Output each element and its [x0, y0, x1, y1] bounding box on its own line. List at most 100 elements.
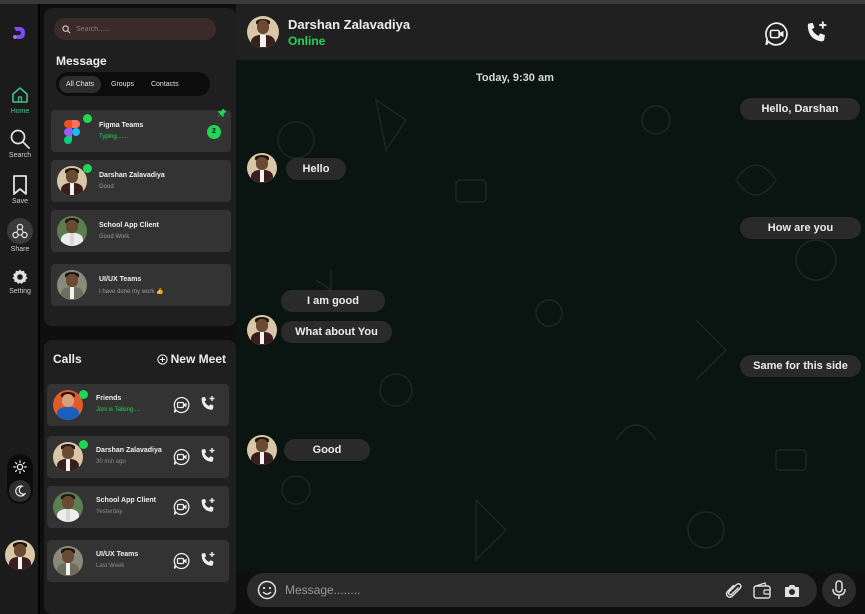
message-input[interactable] [285, 581, 685, 599]
new-meet-button[interactable]: New Meet [156, 352, 226, 366]
calls-title: Calls [53, 352, 82, 366]
sender-avatar [247, 435, 277, 465]
phone-add-icon[interactable] [199, 551, 217, 569]
message-bubble-incoming[interactable]: Hello [286, 158, 346, 180]
call-status: Yesterday [96, 509, 123, 515]
rail-label-save: Save [12, 198, 28, 205]
call-name: Friends [96, 395, 122, 402]
gear-icon [12, 269, 28, 284]
phone-add-icon[interactable] [199, 395, 217, 413]
rail-label-setting: Setting [9, 288, 31, 295]
chat-name: Figma Teams [99, 122, 144, 129]
contact-status: Online [288, 34, 326, 48]
sender-avatar [247, 315, 277, 345]
call-name: UI/UX Teams [96, 551, 139, 558]
search-bar[interactable] [54, 18, 216, 40]
dark-mode-button[interactable] [9, 480, 31, 502]
rail-label-search: Search [8, 152, 32, 159]
voice-message-button[interactable] [822, 573, 856, 607]
video-call-icon[interactable] [173, 448, 191, 466]
call-item-school-app[interactable]: School App Client Yesterday [47, 486, 229, 528]
messenger-app: Home Search Save Share Setting Search...… [0, 0, 865, 614]
call-name: Darshan Zalavadiya [96, 447, 162, 454]
messages-title: Message [56, 54, 107, 68]
message-bubble-incoming[interactable]: Good [284, 439, 370, 461]
rail-label-share: Share [10, 246, 30, 253]
video-call-icon[interactable] [173, 552, 191, 570]
chat-name: School App Client [99, 222, 160, 229]
sender-avatar [247, 153, 277, 183]
chat-preview: Good [99, 184, 114, 190]
rail-item-home[interactable]: Home [0, 84, 40, 115]
call-item-darshan[interactable]: Darshan Zalavadiya 30 min ago [47, 436, 229, 478]
moon-icon [15, 485, 26, 497]
message-bubble-outgoing[interactable]: How are you [740, 217, 861, 239]
rail-item-search[interactable]: Search [0, 128, 40, 159]
call-status: Joni is Talking.... [96, 407, 140, 413]
search-input[interactable] [76, 25, 196, 33]
profile-avatar[interactable] [5, 540, 35, 570]
paperclip-icon[interactable] [725, 581, 743, 601]
call-item-uiux-teams[interactable]: UI/UX Teams Last Week [47, 540, 229, 582]
chat-item-school-app[interactable]: School App Client Good Work [51, 210, 231, 252]
tab-contacts[interactable]: Contacts [144, 76, 186, 93]
message-thread[interactable]: Today, 9:30 am Hello, Darshan Hello How … [236, 60, 865, 572]
rail-item-setting[interactable]: Setting [0, 268, 40, 295]
chat-preview: I have done my work 👍 [99, 289, 164, 295]
call-name: School App Client [96, 497, 157, 504]
contact-avatar[interactable] [247, 16, 279, 48]
message-composer [247, 573, 817, 607]
date-separator: Today, 9:30 am [476, 72, 554, 84]
chat-name: UI/UX Teams [99, 276, 142, 283]
online-indicator [79, 390, 88, 399]
chat-preview: Typing....... [99, 134, 129, 140]
contact-name: Darshan Zalavadiya [288, 17, 411, 32]
avatar [53, 492, 83, 522]
home-icon [12, 87, 28, 103]
message-bubble-incoming[interactable]: I am good [281, 290, 385, 312]
rail-item-share[interactable]: Share [0, 218, 40, 253]
camera-icon[interactable] [783, 583, 801, 599]
theme-toggle[interactable] [7, 454, 33, 504]
calls-panel: Calls New Meet Friends Joni is Talking..… [44, 340, 236, 614]
plus-circle-icon [156, 353, 168, 365]
logo-icon[interactable] [10, 24, 28, 42]
avatar [57, 216, 87, 246]
unread-badge: 2 [207, 125, 221, 139]
conversation-header: Darshan Zalavadiya Online [236, 4, 865, 60]
chat-item-darshan[interactable]: Darshan Zalavadiya Good [51, 160, 231, 202]
share-icon [12, 223, 28, 239]
message-bubble-outgoing[interactable]: Hello, Darshan [740, 98, 860, 120]
online-indicator [83, 114, 92, 123]
call-status: Last Week [96, 563, 125, 569]
tab-all-chats[interactable]: All Chats [59, 75, 102, 93]
phone-add-icon[interactable] [804, 20, 830, 46]
rail-item-save[interactable]: Save [0, 174, 40, 205]
emoji-icon[interactable] [257, 580, 277, 600]
phone-add-icon[interactable] [199, 497, 217, 515]
message-bubble-outgoing[interactable]: Same for this side [740, 355, 861, 377]
phone-add-icon[interactable] [199, 447, 217, 465]
video-call-icon[interactable] [173, 498, 191, 516]
nav-rail: Home Search Save Share Setting [0, 4, 40, 614]
chat-name: Darshan Zalavadiya [99, 172, 165, 179]
call-status: 30 min ago [96, 459, 126, 465]
pin-icon [217, 108, 227, 117]
chat-filter-tabs: All Chats Groups Contacts [56, 72, 210, 96]
call-item-friends[interactable]: Friends Joni is Talking.... [47, 384, 229, 426]
search-icon [10, 129, 30, 149]
figma-logo-icon [64, 120, 80, 144]
avatar [57, 270, 87, 300]
wallet-icon[interactable] [752, 582, 772, 600]
message-bubble-incoming[interactable]: What about You [281, 321, 392, 343]
chat-item-figma-teams[interactable]: Figma Teams Typing....... 2 [51, 108, 231, 152]
chat-wallpaper-pattern [277, 98, 837, 562]
search-icon [62, 24, 71, 33]
avatar [53, 546, 83, 576]
chats-panel: Message All Chats Groups Contacts Figma … [44, 8, 236, 326]
tab-groups[interactable]: Groups [104, 76, 141, 93]
light-mode-button[interactable] [9, 456, 31, 478]
chat-item-uiux-teams[interactable]: UI/UX Teams I have done my work 👍 [51, 264, 231, 306]
video-call-icon[interactable] [173, 396, 191, 414]
video-call-icon[interactable] [764, 21, 790, 47]
